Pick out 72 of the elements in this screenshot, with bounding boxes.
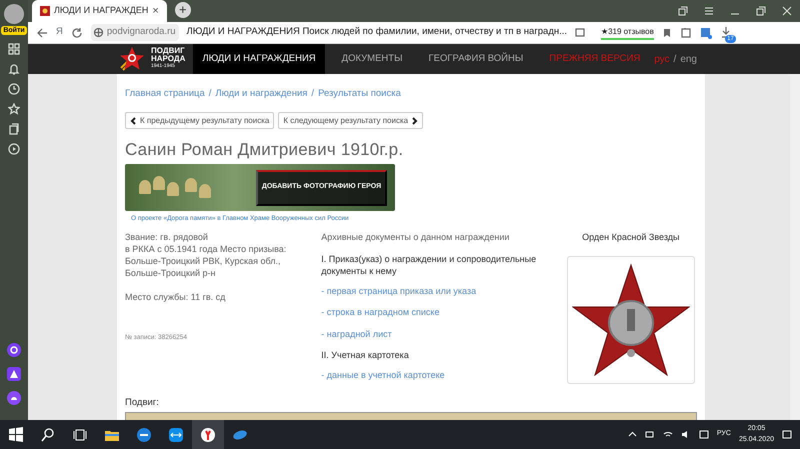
avatar-circle[interactable]: [4, 4, 24, 24]
detail-text: Звание: гв. рядовой: [125, 231, 209, 244]
chevron-up-icon[interactable]: [628, 430, 637, 439]
grid-icon[interactable]: [8, 43, 20, 55]
bell-icon[interactable]: [8, 63, 20, 75]
reviews-link[interactable]: ★319 отзывов: [601, 26, 654, 40]
restore-icon[interactable]: [756, 6, 766, 16]
wifi-icon[interactable]: [662, 430, 673, 439]
star-icon[interactable]: [8, 103, 20, 115]
clock-icon[interactable]: [8, 83, 20, 95]
new-tab-button[interactable]: +: [174, 2, 191, 18]
nav-link[interactable]: ГЕОГРАФИЯ ВОЙНЫ: [419, 44, 532, 74]
cathedral-dome: [153, 176, 165, 190]
breadcrumb-separator: /: [311, 87, 314, 101]
cathedral-dome: [185, 178, 197, 192]
assistant-icon[interactable]: [6, 390, 22, 406]
battery-icon[interactable]: [644, 430, 655, 439]
reload-icon[interactable]: [70, 26, 83, 38]
browser-tab[interactable]: ЛЮДИ И НАГРАЖДЕН ×: [32, 0, 167, 22]
site-favicon: [40, 6, 50, 16]
breadcrumb-separator: /: [208, 87, 212, 101]
download-icon[interactable]: [720, 26, 732, 38]
section-title: II. Учетная картотека: [321, 349, 410, 362]
person-name: Санин Роман Дмитриевич 1910г.р.: [125, 140, 404, 161]
scrollbar[interactable]: [790, 74, 800, 420]
back-icon[interactable]: [36, 26, 48, 38]
cathedral-dome: [139, 180, 151, 194]
page-title: ЛЮДИ И НАГРАЖДЕНИЯ Поиск людей по фамилии, имени, отчеству и тп в наградн...: [186, 25, 568, 40]
url-field[interactable]: podvignaroda.ru: [90, 24, 179, 41]
document-link[interactable]: - данные в учетной картотеке: [321, 369, 557, 383]
language-link[interactable]: eng: [680, 52, 697, 66]
pager-button[interactable]: К следующему результату поиска: [278, 112, 424, 130]
document-link[interactable]: - первая страница приказа или указа: [321, 284, 557, 298]
windows-start-icon[interactable]: [8, 426, 24, 442]
task-view-icon[interactable]: [72, 426, 88, 442]
chevron-left-icon: [130, 116, 136, 125]
assistant-icon[interactable]: [6, 342, 22, 358]
cathedral-dome: [199, 184, 211, 198]
feat-label: Подвиг:: [125, 396, 160, 410]
url-text: podvignaroda.ru: [106, 25, 176, 40]
play-icon[interactable]: [8, 143, 20, 155]
close-tab-button[interactable]: ×: [152, 2, 159, 20]
breadcrumb-link[interactable]: Главная страница: [125, 87, 205, 102]
logo-text: ПОДВИГ: [151, 47, 185, 56]
detail-text: в РККА с 05.1941 года Место призыва: Больше-Троицкий РВК, Курская обл., Больше-Троицкий р-н: [125, 243, 288, 280]
archive-heading: Архивные документы о данном награждении: [321, 231, 510, 244]
cathedral-dome: [167, 182, 179, 196]
globe-icon: [94, 28, 103, 37]
close-icon[interactable]: [782, 6, 792, 16]
menu-icon[interactable]: [704, 6, 714, 16]
document-link[interactable]: - наградной лист: [321, 328, 557, 342]
collections-icon[interactable]: [678, 6, 688, 16]
bookmark-icon[interactable]: [662, 28, 672, 38]
tab-title: ЛЮДИ И НАГРАЖДЕН: [54, 4, 148, 18]
yandex-browser-icon[interactable]: [200, 426, 216, 442]
yandex-button[interactable]: Я: [56, 25, 63, 40]
collection-icon[interactable]: [8, 123, 20, 135]
nav-link[interactable]: ЛЮДИ И НАГРАЖДЕНИЯ: [193, 44, 325, 74]
pager-button[interactable]: К предыдущему результату поиска: [125, 112, 274, 130]
breadcrumb-link[interactable]: Люди и награждения: [215, 87, 308, 102]
nav-link[interactable]: ДОКУМЕНТЫ: [332, 44, 412, 74]
breadcrumb-link[interactable]: Результаты поиска: [318, 87, 401, 102]
detail-text: Место службы: 11 гв. сд: [125, 291, 226, 304]
document-link[interactable]: - строка в наградном списке: [321, 306, 557, 320]
remote-app-icon[interactable]: [168, 426, 184, 442]
award-title: Орден Красной Звезды: [582, 231, 680, 244]
logo-text: НАРОДА: [151, 55, 186, 64]
section-title: I. Приказ(указ) о награждении и сопроводительные документы к нему: [321, 252, 538, 277]
search-icon[interactable]: [40, 426, 56, 442]
chevron-right-icon: [412, 116, 418, 125]
browser-e-icon[interactable]: [136, 426, 152, 442]
separator: /: [674, 52, 676, 66]
